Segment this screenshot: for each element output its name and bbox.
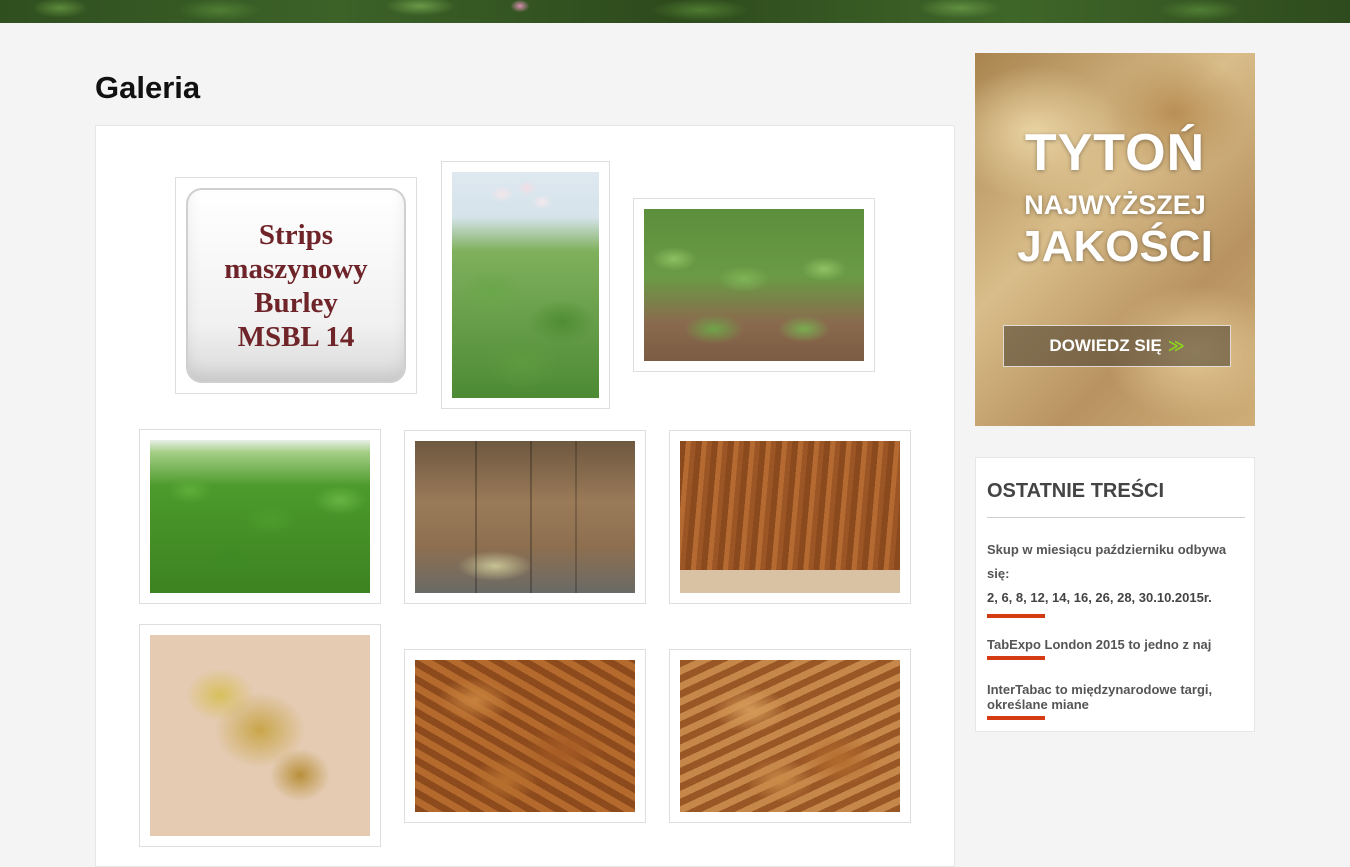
gallery-item-field-rows[interactable] [633,198,875,372]
banner-subheadline-2: JAKOŚCI [1017,222,1213,271]
double-chevron-right-icon: ≫ [1167,338,1185,355]
tobacco-boxes-warehouse-image [415,441,635,593]
strips-caption-line: MSBL 14 [237,320,355,353]
strips-caption-line: Strips [258,218,334,251]
accent-bar [987,614,1045,618]
recent-posts-title: OSTATNIE TREŚCI [987,480,1165,502]
recent-post-text: InterTabac to międzynarodowe targi, okre… [987,682,1213,712]
gallery-item-field-green[interactable] [139,429,381,604]
page-title: Galeria [95,70,201,105]
recent-post-link[interactable]: Skup w miesiącu październiku odbywa się:… [987,538,1237,618]
gallery-item-cured-leaves[interactable] [669,649,911,823]
accent-bar [987,656,1045,660]
gallery-item-hanging-leaves[interactable] [669,430,911,604]
yellow-dried-leaves-image [150,635,370,836]
gallery-item-brown-leaves[interactable] [404,649,646,823]
banner-subheadline: NAJWYŻSZEJ [1024,190,1206,220]
accent-bar [987,716,1045,720]
recent-post-text: TabExpo London 2015 to jedno z naj [987,637,1212,652]
recent-post-dates: 2, 6, 8, 12, 14, 16, 26, 28, 30.10.2015r… [987,590,1212,605]
gallery-item-strips[interactable]: Strips maszynowy Burley MSBL 14 [175,177,417,394]
banner-headline: TYTOŃ [1024,124,1206,182]
gallery: Strips maszynowy Burley MSBL 14 [95,125,955,867]
brown-cured-leaves-image [680,660,900,812]
tobacco-field-rows-image [644,209,864,361]
learn-more-label: DOWIEDZ SIĘ [1049,336,1162,355]
strips-maszynowy-burley-image: Strips maszynowy Burley MSBL 14 [186,188,406,383]
tobacco-hanging-leaves-image [680,441,900,593]
recent-post-link[interactable]: TabExpo London 2015 to jedno z naj [987,637,1237,660]
divider [987,517,1245,518]
header-banner-image [0,0,1350,23]
gallery-item-flower[interactable] [441,161,610,409]
tobacco-flower-image [452,172,599,398]
gallery-item-boxes[interactable] [404,430,646,604]
recent-post-text: Skup w miesiącu październiku odbywa się: [987,542,1227,581]
tobacco-field-green-image [150,440,370,593]
learn-more-button[interactable]: DOWIEDZ SIĘ ≫ [1003,325,1231,367]
strips-caption-line: Burley [254,286,338,319]
brown-dried-leaves-image [415,660,635,812]
gallery-item-yellow-leaves[interactable] [139,624,381,847]
strips-caption-line: maszynowy [224,252,368,285]
promo-banner[interactable]: TYTOŃ NAJWYŻSZEJ JAKOŚCI DOWIEDZ SIĘ ≫ [975,53,1255,426]
recent-post-link[interactable]: InterTabac to międzynarodowe targi, okre… [987,682,1237,720]
recent-posts-widget: OSTATNIE TREŚCI Skup w miesiącu paździer… [975,457,1255,732]
